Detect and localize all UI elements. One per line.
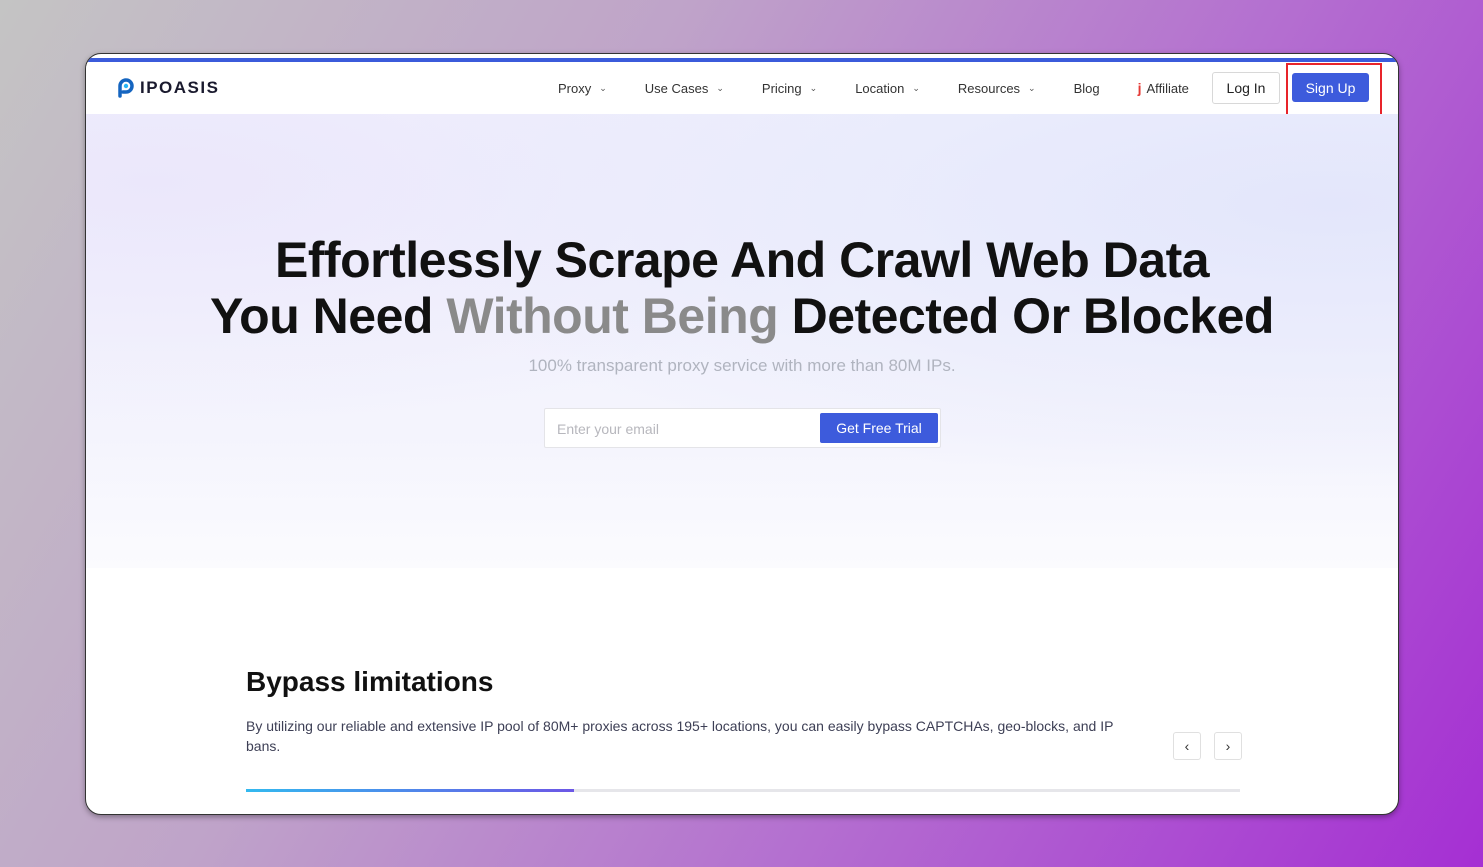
- hero-title-part-b: Detected Or Blocked: [791, 288, 1275, 344]
- feature-description: By utilizing our reliable and extensive …: [246, 718, 1114, 754]
- hero-title-line2: You Need Without Being Detected Or Block…: [86, 288, 1398, 344]
- nav-item-label: Affiliate: [1146, 80, 1189, 96]
- carousel-next-button[interactable]: ›: [1214, 732, 1242, 760]
- login-button[interactable]: Log In: [1212, 72, 1280, 104]
- nav-item-label: Proxy: [558, 80, 592, 96]
- hero-title: Effortlessly Scrape And Crawl Web Data Y…: [86, 232, 1398, 344]
- browser-window: IPOASIS Proxy ⌄ Use Cases ⌄ Pricing ⌄ Lo…: [85, 53, 1399, 815]
- carousel-progress-fill: [246, 789, 575, 792]
- nav-item-label: Resources: [957, 80, 1021, 96]
- chevron-right-icon: ›: [1225, 738, 1231, 754]
- chevron-down-icon: ⌄: [912, 82, 920, 93]
- email-input[interactable]: [547, 411, 824, 447]
- logo-mark-icon: [116, 78, 134, 98]
- logo[interactable]: IPOASIS: [116, 78, 219, 98]
- nav-item-location[interactable]: Location ⌄: [855, 81, 920, 96]
- nav-item-blog[interactable]: Blog: [1074, 81, 1100, 96]
- nav-item-proxy[interactable]: Proxy ⌄: [558, 81, 607, 96]
- navbar: IPOASIS Proxy ⌄ Use Cases ⌄ Pricing ⌄ Lo…: [86, 62, 1398, 114]
- chevron-down-icon: ⌄: [716, 82, 724, 93]
- chevron-left-icon: ‹: [1184, 738, 1190, 754]
- hero-title-highlight: Without Being: [446, 288, 779, 344]
- hero-title-part-a: You Need: [210, 288, 433, 344]
- nav-menu: Proxy ⌄ Use Cases ⌄ Pricing ⌄ Location ⌄…: [558, 62, 1189, 114]
- nav-item-use-cases[interactable]: Use Cases ⌄: [645, 81, 724, 96]
- feature-title: Bypass limitations: [246, 666, 494, 697]
- affiliate-icon: ϳ: [1137, 80, 1142, 96]
- nav-item-label: Location: [855, 80, 905, 96]
- nav-item-label: Blog: [1073, 80, 1100, 96]
- chevron-down-icon: ⌄: [599, 82, 607, 93]
- hero-subtitle: 100% transparent proxy service with more…: [528, 356, 956, 375]
- nav-item-label: Pricing: [761, 80, 802, 96]
- nav-item-label: Use Cases: [644, 80, 709, 96]
- chevron-down-icon: ⌄: [809, 82, 818, 93]
- carousel-progress-track: [246, 789, 1240, 792]
- logo-text: IPOASIS: [140, 78, 220, 97]
- nav-item-affiliate[interactable]: ϳ Affiliate: [1138, 80, 1189, 96]
- nav-item-resources[interactable]: Resources ⌄: [958, 81, 1036, 96]
- hero-title-line1: Effortlessly Scrape And Crawl Web Data: [274, 232, 1210, 288]
- chevron-down-icon: ⌄: [1028, 82, 1036, 93]
- hero-section: Effortlessly Scrape And Crawl Web Data Y…: [86, 114, 1398, 568]
- email-signup-form: Get Free Trial: [544, 408, 941, 448]
- nav-item-pricing[interactable]: Pricing ⌄: [762, 81, 817, 96]
- get-free-trial-button[interactable]: Get Free Trial: [820, 413, 938, 443]
- carousel-prev-button[interactable]: ‹: [1173, 732, 1201, 760]
